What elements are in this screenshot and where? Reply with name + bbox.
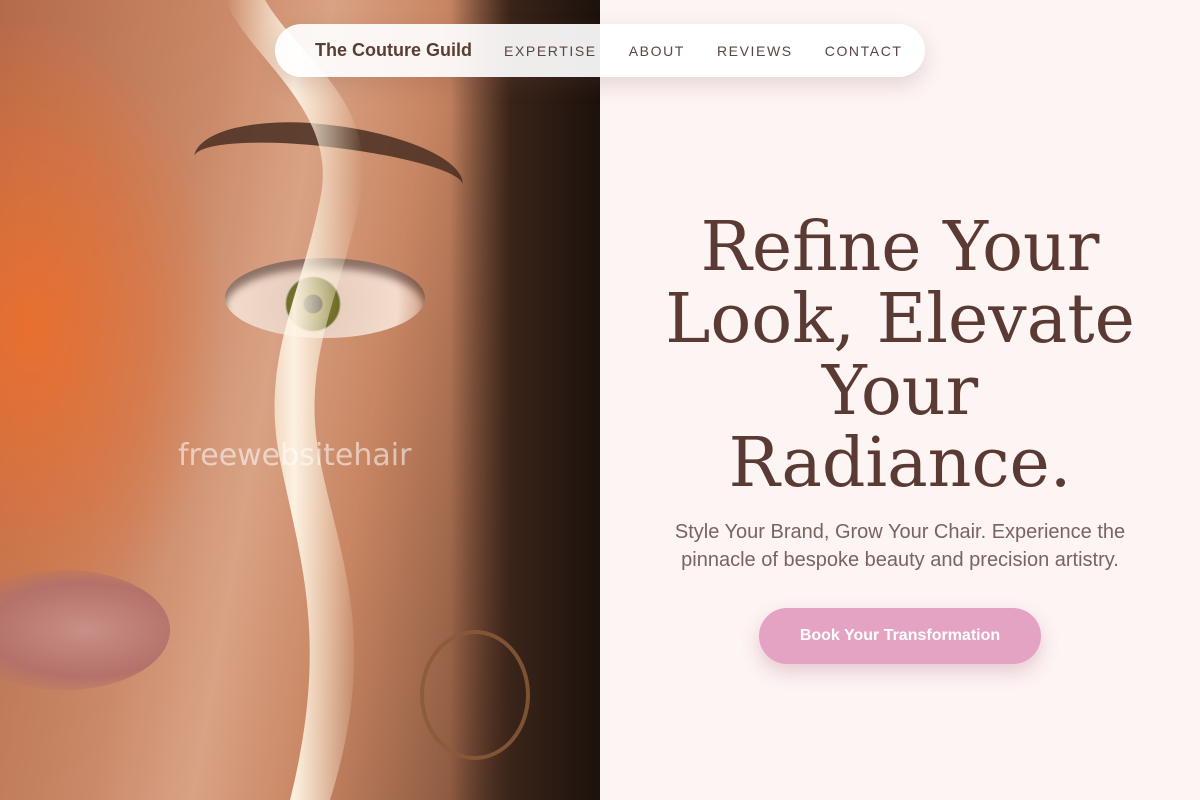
book-transformation-button[interactable]: Book Your Transformation — [759, 608, 1041, 664]
watermark-text: freewebsitehair — [178, 438, 412, 473]
hero-subheading: Style Your Brand, Grow Your Chair. Exper… — [674, 521, 1126, 571]
earring-shape — [420, 630, 530, 760]
hero-headline: Refine Your Look, Elevate Your Radiance. — [665, 208, 1135, 503]
hero-content: Refine Your Look, Elevate Your Radiance.… — [600, 0, 1200, 800]
hero-image: freewebsitehair — [0, 0, 600, 800]
nav-link-expertise[interactable]: EXPERTISE — [504, 43, 597, 59]
brand-logo[interactable]: The Couture Guild — [315, 40, 472, 61]
